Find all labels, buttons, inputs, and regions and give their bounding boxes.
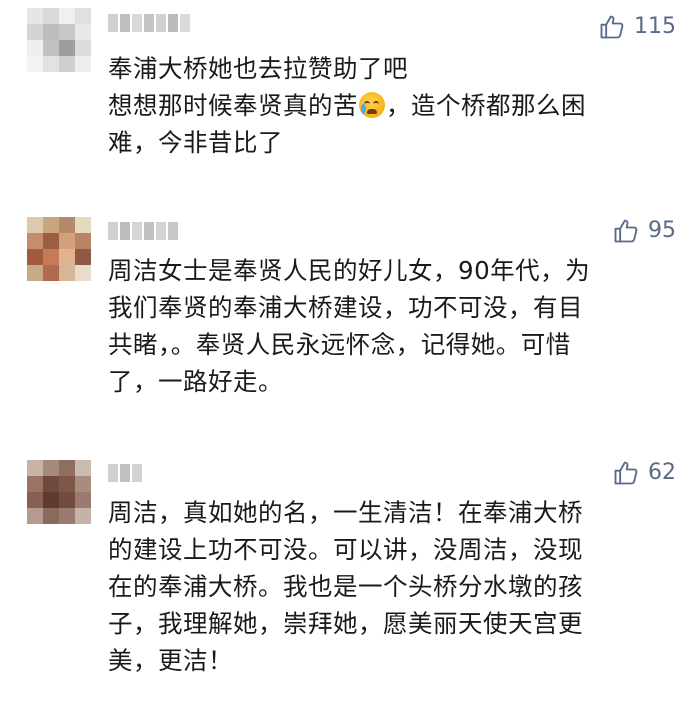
like-button[interactable]: 95 <box>612 217 676 245</box>
comment-line: 奉浦大桥她也去拉赞助了吧 <box>108 54 408 83</box>
comment-text: 奉浦大桥她也去拉赞助了吧 想想那时候奉贤真的苦 ，造个桥都那么困 难，今非昔比了 <box>108 50 680 161</box>
comment-text: 周洁女士是奉贤人民的好儿女，90年代，为 我们奉贤的奉浦大桥建设，功不可没，有目… <box>108 252 680 400</box>
comment-text: 周洁，真如她的名，一生清洁！在奉浦大桥 的建设上功不可没。可以讲，没周洁，没现 … <box>108 494 680 679</box>
comment-line: 想想那时候奉贤真的苦 ，造个桥都那么困 <box>108 91 586 120</box>
like-count: 115 <box>634 14 676 39</box>
thumbs-up-icon <box>600 15 624 39</box>
comment-line: 共睹，。奉贤人民永远怀念，记得她。可惜 <box>108 330 571 359</box>
avatar[interactable] <box>27 8 91 72</box>
comment-line: 子，我理解她，崇拜她，愿美丽天使天宫更 <box>108 609 583 638</box>
comment-line: 美，更洁！ <box>108 646 233 675</box>
comment-line: 周洁女士是奉贤人民的好儿女，90年代，为 <box>108 256 591 285</box>
comment-line: 周洁，真如她的名，一生清洁！在奉浦大桥 <box>108 498 583 527</box>
comment-line: 在的奉浦大桥。我也是一个头桥分水墩的孩 <box>108 572 583 601</box>
like-button[interactable]: 62 <box>612 459 676 487</box>
username[interactable] <box>108 222 180 242</box>
comment-line: 难，今非昔比了 <box>108 128 283 157</box>
comment-line: 的建设上功不可没。可以讲，没周洁，没现 <box>108 535 583 564</box>
username[interactable] <box>108 14 192 34</box>
username[interactable] <box>108 464 144 484</box>
thumbs-up-icon <box>614 219 638 243</box>
crying-face-icon <box>359 92 385 118</box>
comment-list: 115 奉浦大桥她也去拉赞助了吧 想想那时候奉贤真的苦 ，造个桥都那么困 难，今非… <box>0 0 700 707</box>
like-count: 95 <box>648 218 676 243</box>
avatar[interactable] <box>27 217 91 281</box>
like-button[interactable]: 115 <box>598 13 676 41</box>
comment-line: 我们奉贤的奉浦大桥建设，功不可没，有目 <box>108 293 583 322</box>
thumbs-up-icon <box>614 461 638 485</box>
like-count: 62 <box>648 460 676 485</box>
avatar[interactable] <box>27 460 91 524</box>
comment-line: 了，一路好走。 <box>108 367 283 396</box>
